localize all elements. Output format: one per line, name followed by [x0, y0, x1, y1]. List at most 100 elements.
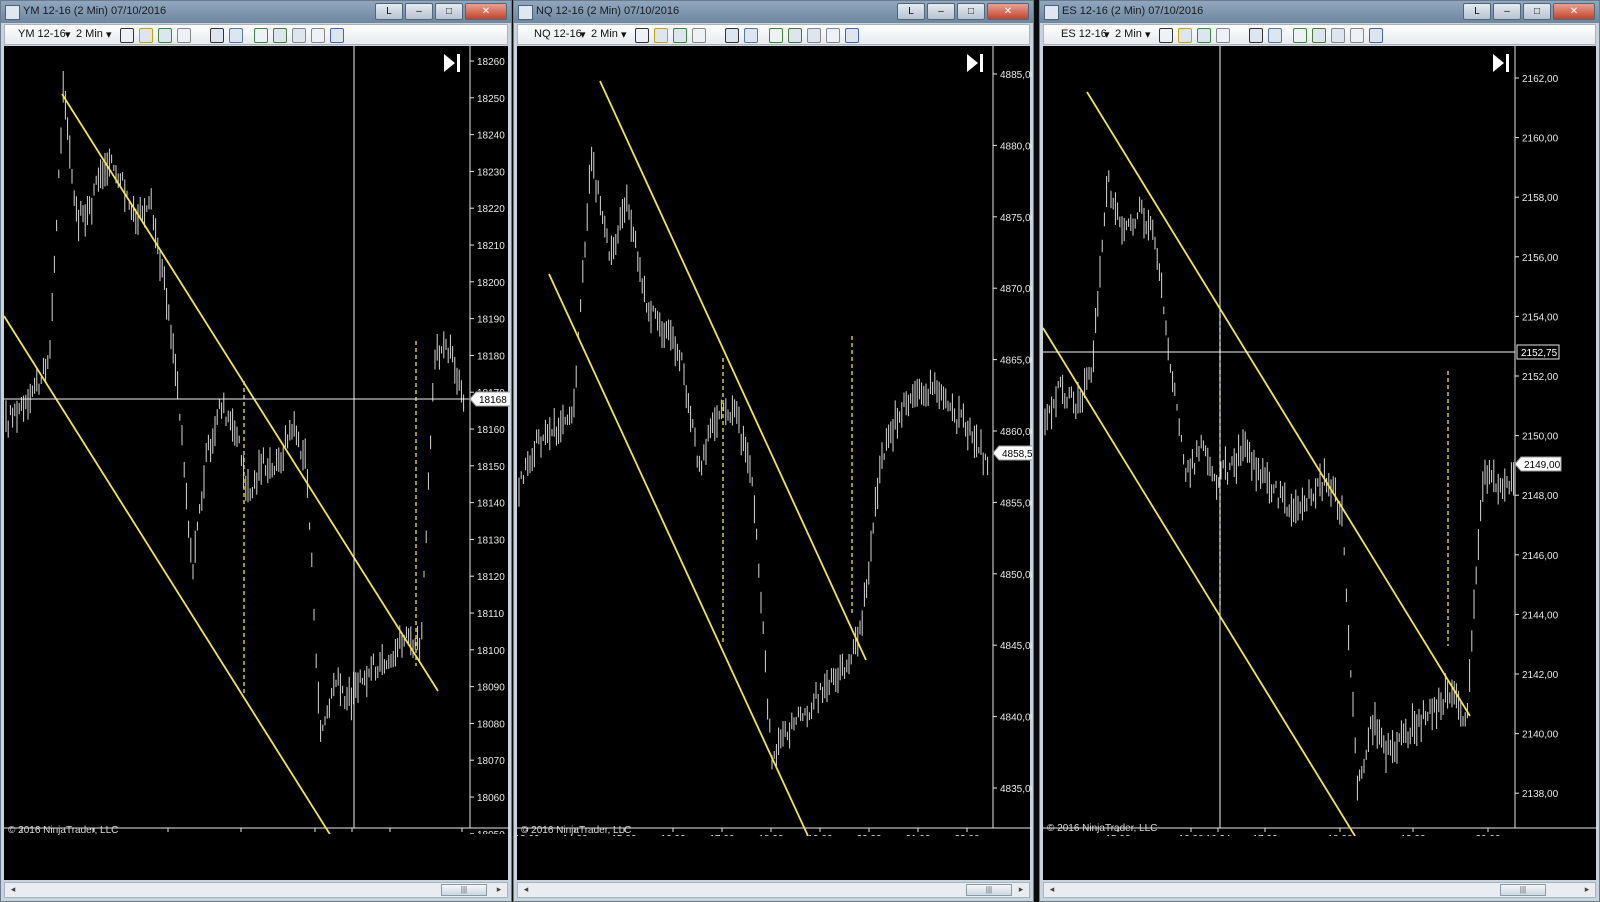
panel-icon[interactable]	[1369, 28, 1383, 43]
instrument-selector[interactable]: ES 12-16	[1061, 28, 1107, 40]
y-tick-label: 2148,00	[1522, 491, 1559, 502]
eraser-icon[interactable]	[177, 28, 191, 43]
scroll-to-end-icon[interactable]	[967, 54, 983, 72]
window-title: ES 12-16 (2 Min) 07/10/2016	[1062, 5, 1204, 17]
interval-selector[interactable]: 2 Min	[1115, 28, 1142, 40]
scroll-left-icon[interactable]: ◂	[7, 884, 19, 895]
chart-canvas[interactable]: 18260 18250 18240 18230 18220 18210 18200 18190…	[4, 46, 510, 834]
close-button[interactable]: ✕	[465, 3, 507, 20]
y-tick-label: 2150,00	[1522, 432, 1559, 443]
link-button[interactable]: L	[897, 3, 925, 20]
maximize-button[interactable]: □	[957, 3, 985, 20]
crosshair-icon[interactable]	[725, 28, 739, 43]
horizontal-scrollbar[interactable]: ||| ◂ ▸	[1043, 882, 1596, 898]
last-price-label: 2149,00	[1524, 460, 1561, 471]
templates-icon[interactable]	[807, 28, 821, 43]
bar-type-icon[interactable]	[635, 28, 649, 43]
chart-window-es[interactable]: ES 12-16 (2 Min) 07/10/2016 L ‒ □ ✕ ES 1…	[1039, 0, 1600, 902]
scrollbar-thumb[interactable]: |||	[1500, 884, 1546, 896]
maximize-button[interactable]: □	[1523, 3, 1551, 20]
zoom-icon[interactable]	[229, 28, 243, 43]
eraser-icon[interactable]	[692, 28, 706, 43]
chevron-down-icon[interactable]: ▾	[621, 28, 627, 41]
close-button[interactable]: ✕	[1553, 3, 1595, 20]
y-tick-label: 18240	[477, 131, 505, 142]
horizontal-scrollbar[interactable]: ||| ◂ ▸	[517, 882, 1030, 898]
scroll-left-icon[interactable]: ◂	[1046, 884, 1058, 895]
scrollbar-thumb[interactable]: |||	[966, 884, 1012, 896]
x-tick-label: 20:00	[856, 834, 881, 836]
scroll-right-icon[interactable]: ▸	[1581, 884, 1593, 895]
instrument-selector[interactable]: YM 12-16	[18, 28, 66, 40]
x-tick-label: 15:00	[1105, 834, 1130, 836]
pin-icon[interactable]	[673, 28, 687, 43]
chart-canvas[interactable]: 4885,00 4880,00 4875,00 4870,00 4865,00 4860,…	[517, 46, 1032, 836]
window-titlebar[interactable]: ES 12-16 (2 Min) 07/10/2016 L ‒ □ ✕	[1040, 1, 1599, 23]
copyright-text: © 2016 NinjaTrader, LLC	[1047, 823, 1158, 834]
eraser-icon[interactable]	[1216, 28, 1230, 43]
interval-selector[interactable]: 2 Min	[76, 28, 103, 40]
y-tick-label: 4855,00	[1000, 498, 1032, 509]
crosshair-icon[interactable]	[1249, 28, 1263, 43]
chevron-down-icon[interactable]: ▾	[106, 28, 112, 41]
strategy-icon[interactable]	[1350, 28, 1364, 43]
horizontal-scrollbar[interactable]: ||| ◂ ▸	[4, 882, 508, 898]
window-title: YM 12-16 (2 Min) 07/10/2016	[23, 5, 167, 17]
y-tick-label: 4865,00	[1000, 356, 1032, 367]
scroll-to-end-icon[interactable]	[444, 54, 460, 72]
price-chart[interactable]: 18260 18250 18240 18230 18220 18210 18200 18190…	[4, 46, 510, 880]
chevron-down-icon[interactable]: ▾	[580, 28, 586, 41]
chevron-down-icon[interactable]: ▾	[1104, 28, 1110, 41]
pencil-icon[interactable]	[139, 28, 153, 43]
minimize-button[interactable]: ‒	[1493, 3, 1521, 20]
chart-window-nq[interactable]: NQ 12-16 (2 Min) 07/10/2016 L ‒ □ ✕ NQ 1…	[513, 0, 1034, 902]
properties-icon[interactable]	[1312, 28, 1326, 43]
price-chart[interactable]: 4885,00 4880,00 4875,00 4870,00 4865,00 4860,…	[517, 46, 1032, 880]
scroll-to-end-icon[interactable]	[1493, 54, 1509, 72]
link-button[interactable]: L	[1463, 3, 1491, 20]
pin-icon[interactable]	[1197, 28, 1211, 43]
scrollbar-thumb[interactable]: |||	[441, 884, 487, 896]
strategy-icon[interactable]	[311, 28, 325, 43]
minimize-button[interactable]: ‒	[405, 3, 433, 20]
x-tick-label: 22:00	[954, 834, 979, 836]
scroll-right-icon[interactable]: ▸	[493, 884, 505, 895]
window-titlebar[interactable]: YM 12-16 (2 Min) 07/10/2016 L ‒ □ ✕	[1, 1, 511, 23]
templates-icon[interactable]	[292, 28, 306, 43]
panel-icon[interactable]	[330, 28, 344, 43]
maximize-button[interactable]: □	[435, 3, 463, 20]
properties-icon[interactable]	[788, 28, 802, 43]
bar-type-icon[interactable]	[120, 28, 134, 43]
interval-selector[interactable]: 2 Min	[591, 28, 618, 40]
close-button[interactable]: ✕	[987, 3, 1029, 20]
templates-icon[interactable]	[1331, 28, 1345, 43]
crosshair-icon[interactable]	[210, 28, 224, 43]
minimize-button[interactable]: ‒	[927, 3, 955, 20]
chevron-down-icon[interactable]: ▾	[1145, 28, 1151, 41]
bar-type-icon[interactable]	[1159, 28, 1173, 43]
scroll-left-icon[interactable]: ◂	[520, 884, 532, 895]
data-box-icon[interactable]	[1293, 28, 1307, 43]
y-tick-label: 18050	[477, 830, 505, 834]
panel-icon[interactable]	[845, 28, 859, 43]
chevron-down-icon[interactable]: ▾	[65, 28, 71, 41]
zoom-icon[interactable]	[744, 28, 758, 43]
link-button[interactable]: L	[375, 3, 403, 20]
y-tick-label: 18160	[477, 425, 505, 436]
instrument-selector[interactable]: NQ 12-16	[534, 28, 582, 40]
chart-window-ym[interactable]: YM 12-16 (2 Min) 07/10/2016 L ‒ □ ✕ YM 1…	[0, 0, 512, 902]
scroll-right-icon[interactable]: ▸	[1015, 884, 1027, 895]
pencil-icon[interactable]	[654, 28, 668, 43]
properties-icon[interactable]	[273, 28, 287, 43]
strategy-icon[interactable]	[826, 28, 840, 43]
data-box-icon[interactable]	[769, 28, 783, 43]
price-chart[interactable]: 2162,00 2160,00 2158,00 2156,00 2154,00 2152,…	[1043, 46, 1598, 880]
zoom-icon[interactable]	[1268, 28, 1282, 43]
pencil-icon[interactable]	[1178, 28, 1192, 43]
chart-canvas[interactable]: 2162,00 2160,00 2158,00 2156,00 2154,00 2152,…	[1043, 46, 1598, 836]
data-box-icon[interactable]	[254, 28, 268, 43]
pin-icon[interactable]	[158, 28, 172, 43]
window-titlebar[interactable]: NQ 12-16 (2 Min) 07/10/2016 L ‒ □ ✕	[514, 1, 1033, 23]
y-tick-label: 18110	[477, 609, 505, 620]
y-tick-label: 18210	[477, 241, 505, 252]
